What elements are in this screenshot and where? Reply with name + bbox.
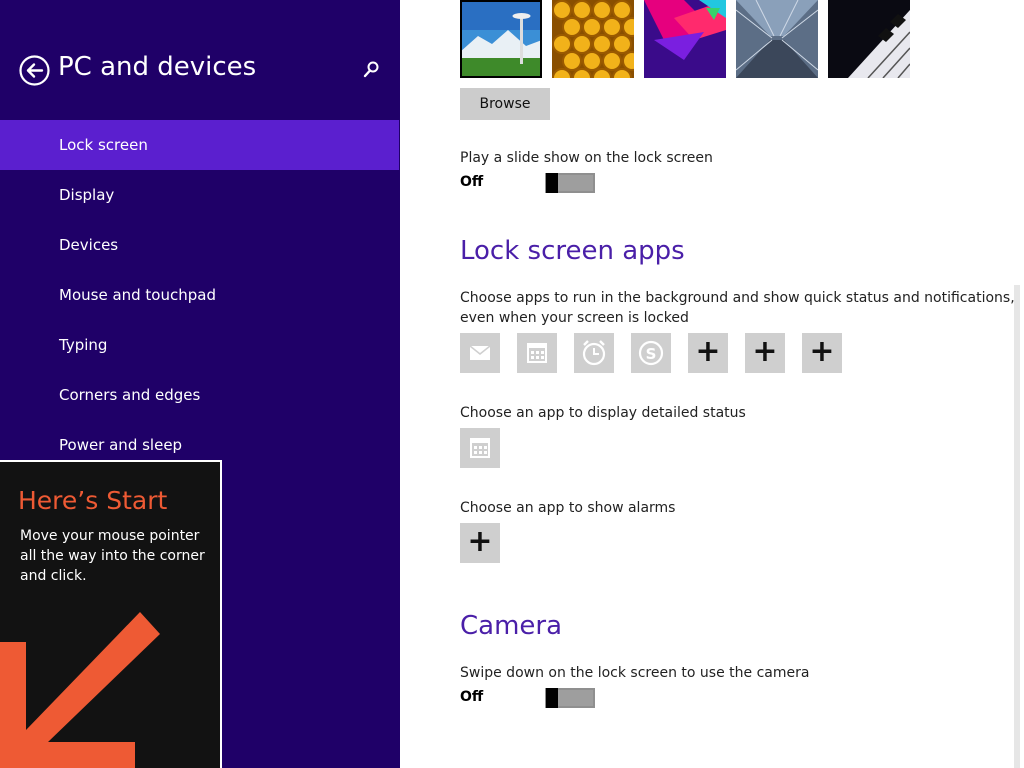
calendar-icon: [470, 438, 490, 458]
lock-screen-app-calendar[interactable]: [517, 333, 557, 373]
sidebar-item-display[interactable]: Display: [0, 170, 399, 220]
back-button[interactable]: [19, 55, 50, 86]
add-alarms-app-button[interactable]: +: [460, 523, 500, 563]
detailed-status-app-calendar[interactable]: [460, 428, 500, 468]
tunnel-image: [736, 0, 818, 78]
add-lock-screen-app-button[interactable]: +: [688, 333, 728, 373]
toggle-knob: [546, 173, 558, 193]
search-button[interactable]: [362, 60, 380, 80]
alarm-icon: [582, 340, 606, 366]
camera-toggle[interactable]: [545, 688, 595, 708]
honeycomb-image: [552, 0, 634, 78]
mail-icon: [469, 345, 491, 360]
space-needle-landscape-image: [460, 0, 542, 78]
search-icon: [363, 61, 379, 78]
alarms-app-label: Choose an app to show alarms: [460, 500, 676, 516]
sidebar-item-typing[interactable]: Typing: [0, 320, 399, 370]
slideshow-toggle[interactable]: [545, 173, 595, 193]
lock-screen-apps-description-line2: even when your screen is locked: [460, 310, 689, 326]
browse-button[interactable]: Browse: [460, 88, 550, 120]
tip-title: Here’s Start: [18, 486, 168, 515]
lock-screen-app-mail[interactable]: [460, 333, 500, 373]
slideshow-state: Off: [460, 174, 484, 190]
plus-icon: +: [695, 334, 721, 369]
sidebar-item-label: Power and sleep: [59, 436, 183, 454]
detailed-status-label: Choose an app to display detailed status: [460, 405, 746, 421]
sidebar-item-corners-and-edges[interactable]: Corners and edges: [0, 370, 399, 420]
colorful-shapes-image: [644, 0, 726, 78]
calendar-icon: [527, 343, 547, 363]
skype-icon: S: [638, 340, 664, 366]
piano-keys-image: [828, 0, 910, 78]
slideshow-label: Play a slide show on the lock screen: [460, 150, 713, 166]
sidebar-item-label: Devices: [59, 236, 119, 254]
page-title: PC and devices: [58, 52, 257, 82]
scrollbar[interactable]: [1014, 285, 1020, 768]
sidebar-item-lock-screen[interactable]: Lock screen: [0, 120, 399, 170]
svg-text:S: S: [646, 345, 657, 363]
lock-screen-background-thumbnail[interactable]: [552, 0, 634, 78]
camera-heading: Camera: [460, 611, 563, 641]
arrow-down-left-icon: [0, 612, 160, 768]
tip-body: Move your mouse pointer all the way into…: [20, 528, 205, 584]
sidebar-item-label: Typing: [59, 336, 108, 354]
plus-icon: +: [809, 334, 835, 369]
plus-icon: +: [467, 524, 493, 559]
sidebar-item-label: Display: [59, 186, 115, 204]
camera-state: Off: [460, 689, 484, 705]
sidebar-item-mouse-and-touchpad[interactable]: Mouse and touchpad: [0, 270, 399, 320]
plus-icon: +: [752, 334, 778, 369]
lock-screen-app-skype[interactable]: S: [631, 333, 671, 373]
lock-screen-background-thumbnail[interactable]: [460, 0, 542, 78]
back-arrow-icon: [19, 55, 50, 86]
lock-screen-app-alarms[interactable]: [574, 333, 614, 373]
sidebar-item-label: Corners and edges: [59, 386, 201, 404]
start-tip-flyout: Here’s Start Move your mouse pointer all…: [0, 460, 222, 768]
lock-screen-background-thumbnail[interactable]: [736, 0, 818, 78]
sidebar-item-devices[interactable]: Devices: [0, 220, 399, 270]
lock-screen-background-thumbnail[interactable]: [644, 0, 726, 78]
lock-screen-background-thumbnail[interactable]: [828, 0, 910, 78]
sidebar-item-label: Lock screen: [59, 136, 148, 154]
add-lock-screen-app-button[interactable]: +: [802, 333, 842, 373]
camera-swipe-label: Swipe down on the lock screen to use the…: [460, 665, 810, 681]
toggle-knob: [546, 688, 558, 708]
lock-screen-apps-heading: Lock screen apps: [460, 236, 685, 266]
lock-screen-apps-description-line1: Choose apps to run in the background and…: [460, 290, 1015, 306]
sidebar-item-label: Mouse and touchpad: [59, 286, 216, 304]
add-lock-screen-app-button[interactable]: +: [745, 333, 785, 373]
